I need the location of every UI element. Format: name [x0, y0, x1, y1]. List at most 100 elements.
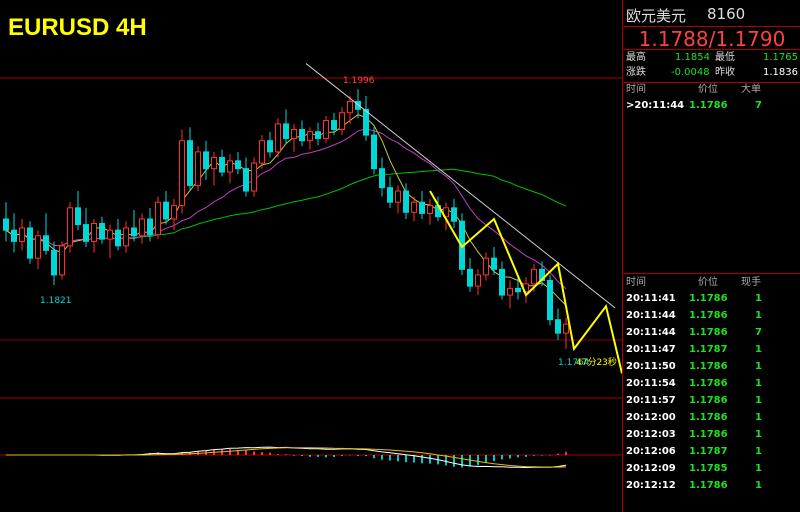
- tick-size: 7: [755, 327, 762, 338]
- tick-price: 1.1786: [689, 395, 728, 406]
- col-price: 价位: [698, 84, 718, 95]
- candle-body: [403, 190, 409, 213]
- candle-body: [243, 168, 249, 192]
- col-price: 价位: [698, 277, 718, 288]
- candle-body: [179, 140, 185, 207]
- tick-price: 1.1786: [689, 480, 728, 491]
- candle-body: [323, 120, 329, 139]
- candle-body: [83, 224, 89, 242]
- candle-body: [475, 274, 481, 287]
- big-order-row: >20:11:44 1.1786 7: [623, 97, 800, 114]
- ma-mid-line: [5, 128, 567, 290]
- candle-body: [299, 129, 305, 142]
- candle-body: [499, 268, 505, 296]
- candle-body: [555, 319, 561, 334]
- candle-body: [211, 156, 217, 170]
- candle-body: [27, 227, 33, 259]
- candle-body: [99, 222, 105, 240]
- tick-time: 20:11:50: [626, 361, 676, 372]
- tick-size: 1: [755, 310, 762, 321]
- tick-size: 1: [755, 293, 762, 304]
- big-order-time: >20:11:44: [626, 100, 685, 111]
- tick-time: 20:12:09: [626, 463, 676, 474]
- prev-close-label: 昨收: [715, 67, 735, 78]
- tick-time: 20:11:41: [626, 293, 676, 304]
- candle-body: [563, 323, 569, 334]
- candle-body: [131, 227, 137, 237]
- big-orders-header: 时间 价位 大单: [623, 83, 800, 97]
- low-value: 1.1765: [763, 52, 798, 63]
- tick-list-section[interactable]: 时间 价位 现手 20:11:41 1.1786 1 20:11:44 1.1786 1 2…: [623, 274, 800, 494]
- tick-row: 20:11:50 1.1786 1: [623, 358, 800, 375]
- candle-body: [411, 201, 417, 213]
- tick-price: 1.1787: [689, 446, 728, 457]
- candle-body: [67, 207, 73, 247]
- candle-body: [51, 249, 57, 276]
- candle-body: [307, 131, 313, 142]
- candle-body: [59, 245, 65, 276]
- big-order-price: 1.1786: [689, 100, 728, 111]
- tick-row: 20:12:03 1.1786 1: [623, 426, 800, 443]
- tick-price: 1.1786: [689, 327, 728, 338]
- ma-fast-line: [5, 114, 567, 306]
- candle-body: [491, 257, 497, 270]
- tick-price: 1.1785: [689, 463, 728, 474]
- tick-time: 20:11:57: [626, 395, 676, 406]
- candle-body: [163, 201, 169, 220]
- candle-body: [483, 257, 489, 276]
- low-price-label: 1.1821: [40, 296, 72, 306]
- candle-body: [35, 235, 41, 259]
- candle-body: [331, 120, 337, 131]
- bid-ask-price: 1.1788/1.1790: [623, 27, 800, 51]
- high-value: 1.1854: [675, 52, 710, 63]
- candle-body: [251, 162, 257, 192]
- tick-size: 1: [755, 344, 762, 355]
- candle-body: [451, 207, 457, 222]
- tick-price: 1.1786: [689, 310, 728, 321]
- instrument-name: 欧元美元: [626, 7, 687, 25]
- candle-body: [395, 190, 401, 203]
- tick-size: 1: [755, 361, 762, 372]
- candle-body: [147, 218, 153, 236]
- candle-body: [235, 160, 241, 170]
- big-order-size: 7: [755, 100, 762, 111]
- tick-size: 1: [755, 412, 762, 423]
- quote-header: 欧元美元 8160: [623, 0, 800, 27]
- tick-time: 20:11:44: [626, 310, 676, 321]
- candle-body: [267, 140, 273, 153]
- tick-price: 1.1787: [689, 344, 728, 355]
- chart-area[interactable]: 1.1996 1.1821 1.1764 47分23秒 EURUSD 4H: [0, 0, 622, 512]
- tick-price: 1.1786: [689, 293, 728, 304]
- candle-body: [347, 101, 353, 114]
- candle-body: [387, 187, 393, 203]
- countdown-timer: 47分23秒: [576, 356, 617, 368]
- candle-body: [515, 287, 521, 293]
- candle-body: [195, 151, 201, 186]
- osc-dea-line: [6, 447, 567, 468]
- candle-body: [275, 123, 281, 153]
- candle-body: [507, 287, 513, 296]
- change-value: -0.0048: [671, 67, 710, 78]
- col-size: 大单: [741, 84, 761, 95]
- candle-body: [11, 229, 17, 242]
- candle-body: [467, 268, 473, 287]
- tick-row: 20:11:44 1.1786 7: [623, 324, 800, 341]
- tick-list-header: 时间 价位 现手: [623, 276, 800, 290]
- tick-size: 1: [755, 463, 762, 474]
- tick-time: 20:12:00: [626, 412, 676, 423]
- candle-body: [363, 108, 369, 136]
- candle-body: [43, 235, 49, 251]
- candle-body: [283, 123, 289, 139]
- candle-body: [547, 280, 553, 321]
- candle-body: [115, 229, 121, 247]
- tick-price: 1.1786: [689, 429, 728, 440]
- tick-size: 1: [755, 446, 762, 457]
- candle-body: [187, 140, 193, 186]
- col-time: 时间: [626, 84, 646, 95]
- candle-body: [315, 131, 321, 139]
- candle-body: [155, 201, 161, 236]
- tick-time: 20:11:47: [626, 344, 676, 355]
- tick-row: 20:11:47 1.1787 1: [623, 341, 800, 358]
- tick-row: 20:11:41 1.1786 1: [623, 290, 800, 307]
- col-time: 时间: [626, 277, 646, 288]
